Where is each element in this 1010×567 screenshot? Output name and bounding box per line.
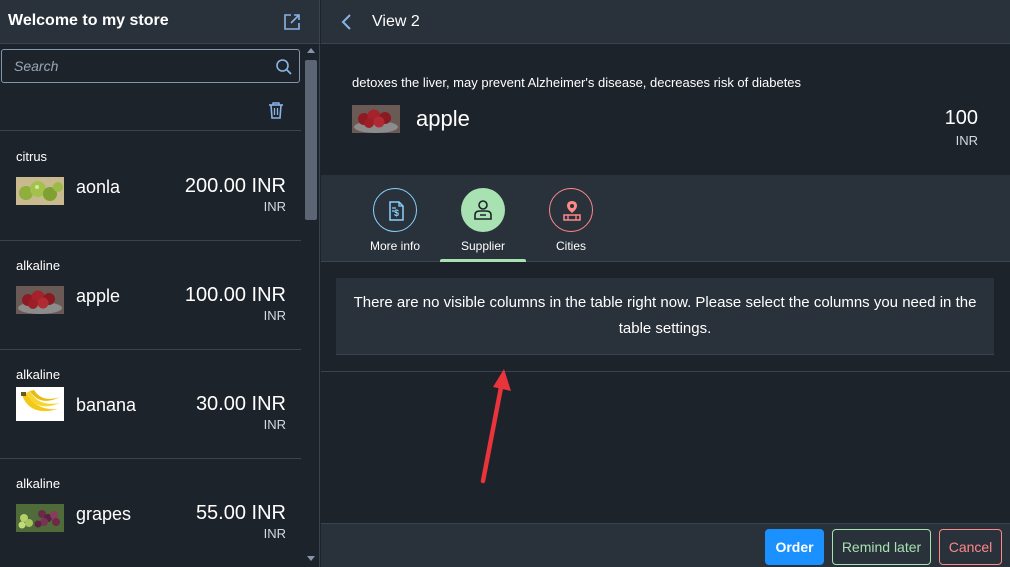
divider [321,371,1010,372]
icon-tab-bar: $ More info Supplier Cities [321,175,1010,262]
table-no-data-message: There are no visible columns in the tabl… [336,278,994,355]
search-icon[interactable] [275,58,293,76]
master-header: Welcome to my store [0,0,319,44]
item-price: 30.00 INR [195,393,286,415]
search-field[interactable] [1,49,300,83]
item-currency: INR [263,199,286,214]
location-icon [549,188,593,232]
list-toolbar [0,90,301,131]
document-dollar-icon: $ [373,188,417,232]
item-currency: INR [263,308,286,323]
item-price: 100.00 INR [184,284,286,306]
object-price: 100 [944,107,978,129]
cancel-button[interactable]: Cancel [939,529,1002,565]
list-scrollbar[interactable] [303,44,319,567]
list-item[interactable]: citrus aonla 200.00 INR INR [0,132,301,241]
tab-more-info[interactable]: $ More info [352,175,438,262]
scroll-down-arrow-icon[interactable] [307,556,315,561]
object-currency: INR [955,133,978,148]
tab-cities[interactable]: Cities [528,175,614,262]
tab-label: Cities [555,239,586,253]
item-category: citrus [16,149,48,164]
object-title: apple [416,106,470,131]
list-item[interactable]: alkaline grapes 55.00 INR INR [0,459,301,567]
back-arrow-icon[interactable] [337,12,357,32]
master-pane: Welcome to my store Search citrus aonla … [0,0,320,567]
banana-thumbnail [16,387,64,421]
list-item[interactable]: alkaline banana 30.00 INR INR [0,350,301,459]
grapes-thumbnail [16,504,64,532]
item-category: alkaline [16,258,61,273]
item-category: alkaline [16,367,61,382]
tab-content: There are no visible columns in the tabl… [321,263,1010,523]
item-currency: INR [263,417,286,432]
delete-icon[interactable] [266,100,286,120]
detail-pane: View 2 detoxes the liver, may prevent Al… [321,0,1010,567]
item-currency: INR [263,526,286,541]
search-input[interactable] [2,50,267,82]
master-title: Welcome to my store [8,12,169,29]
tab-label: More info [369,239,421,253]
item-name: apple [76,286,121,306]
object-description: detoxes the liver, may prevent Alzheimer… [352,75,802,90]
scrollbar-thumb[interactable] [305,60,317,220]
aonla-thumbnail [16,177,64,205]
svg-text:$: $ [394,208,399,218]
share-icon[interactable] [282,12,302,32]
tab-supplier[interactable]: Supplier [440,175,526,262]
apple-thumbnail [352,105,400,133]
product-list: citrus aonla 200.00 INR INR alkaline app… [0,132,301,567]
person-icon [461,188,505,232]
footer-toolbar: Order Remind later Cancel [321,523,1010,567]
selected-tab-indicator [440,259,526,262]
item-name: grapes [76,504,132,524]
page-title: View 2 [372,13,420,30]
scroll-up-arrow-icon[interactable] [307,48,315,53]
object-header: detoxes the liver, may prevent Alzheimer… [321,44,1010,174]
list-item[interactable]: alkaline apple 100.00 INR INR [0,241,301,350]
item-price: 55.00 INR [195,502,286,524]
item-name: banana [76,395,137,415]
annotation-arrow-icon [480,369,511,484]
item-name: aonla [76,177,121,197]
tab-label: Supplier [460,239,506,253]
item-price: 200.00 INR [184,175,286,197]
apple-thumbnail [16,286,64,314]
remind-later-button[interactable]: Remind later [832,529,931,565]
no-data-text: There are no visible columns in the tabl… [353,294,977,337]
item-category: alkaline [16,476,61,491]
detail-header: View 2 [321,0,1010,44]
order-button[interactable]: Order [765,529,824,565]
